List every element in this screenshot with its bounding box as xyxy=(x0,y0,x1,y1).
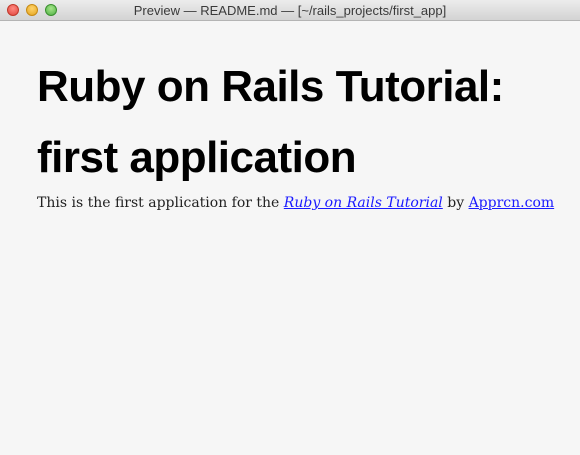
intro-paragraph: This is the first application for the Ru… xyxy=(37,193,557,213)
window-title: Preview — README.md — [~/rails_projects/… xyxy=(133,3,447,18)
preview-window: Preview — README.md — [~/rails_projects/… xyxy=(0,0,580,455)
tutorial-link[interactable]: Ruby on Rails Tutorial xyxy=(284,195,443,211)
document-content: Ruby on Rails Tutorial: first applicatio… xyxy=(0,21,580,455)
paragraph-middle: by xyxy=(442,195,469,211)
paragraph-prefix: This is the first application for the xyxy=(37,195,284,211)
page-title: Ruby on Rails Tutorial: first applicatio… xyxy=(37,62,504,182)
title-bar[interactable]: Preview — README.md — [~/rails_projects/… xyxy=(0,0,580,21)
author-link[interactable]: Apprcn.com xyxy=(469,195,555,211)
